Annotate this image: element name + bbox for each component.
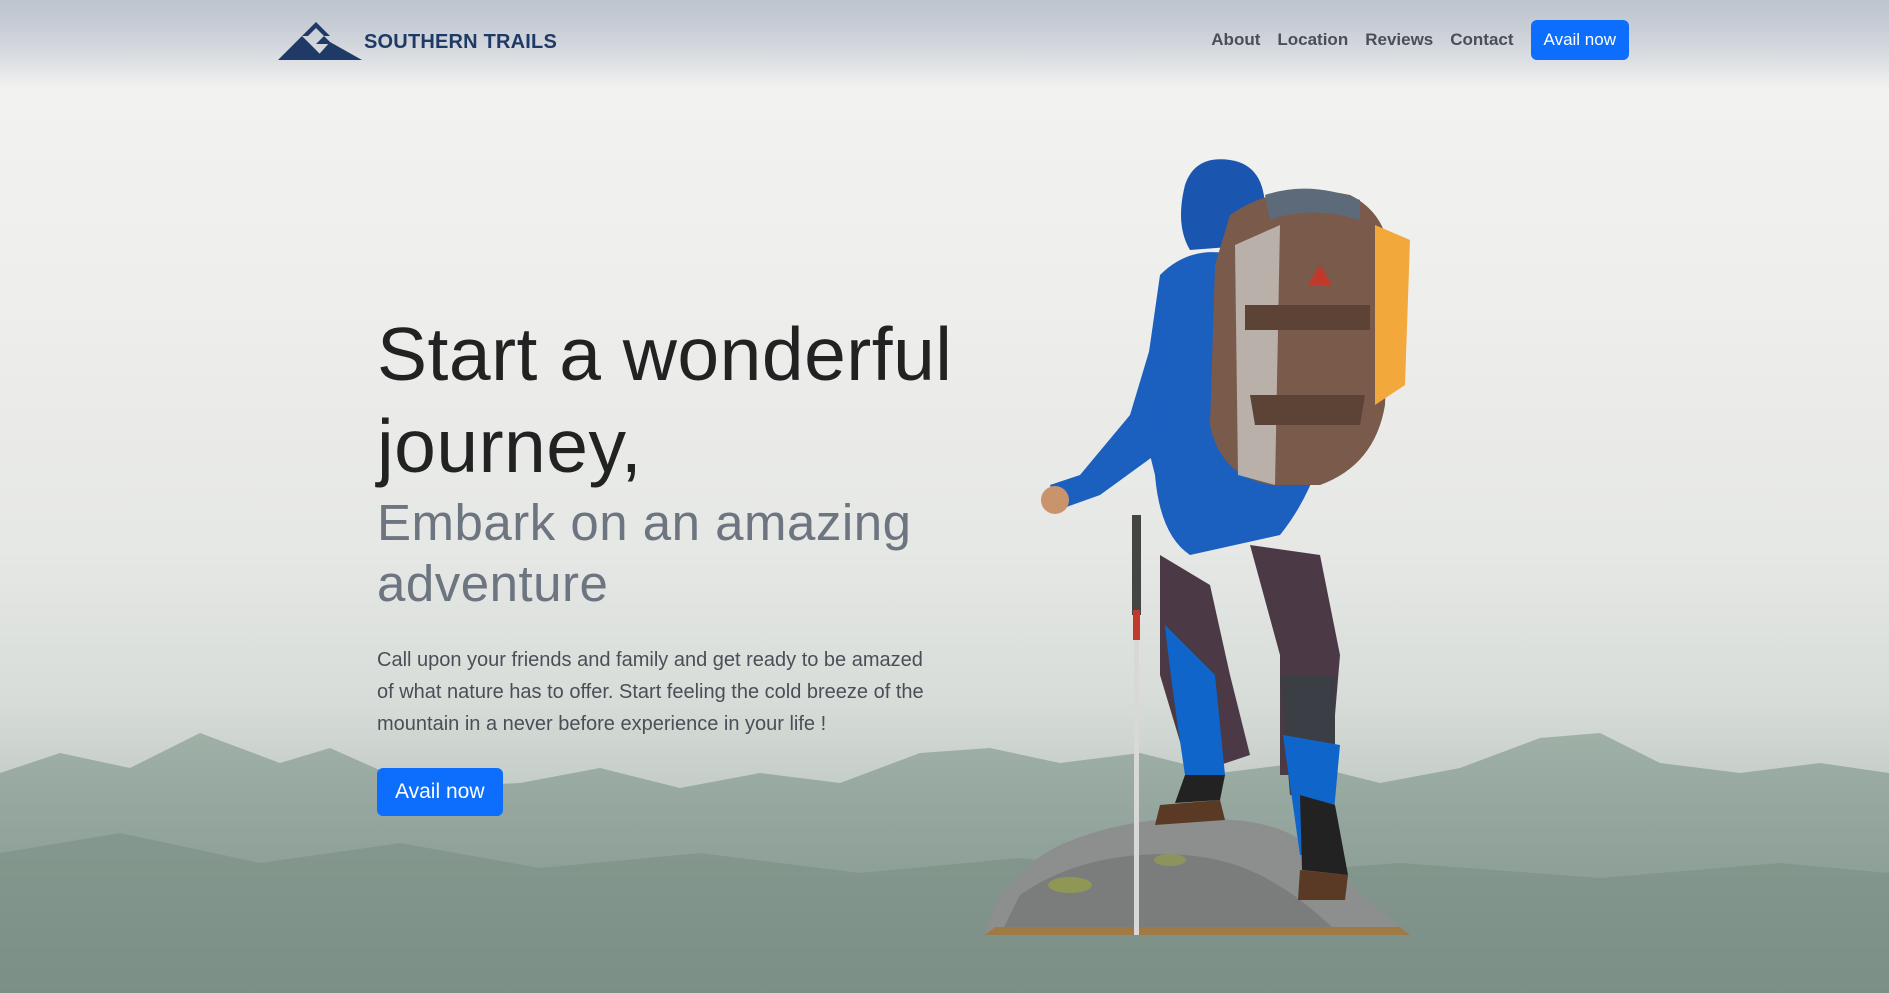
nav-link-about[interactable]: About [1211, 30, 1260, 50]
hero-text: Start a wonderful journey, Embark on an … [377, 308, 957, 816]
nav-link-location[interactable]: Location [1277, 30, 1348, 50]
nav-link-reviews[interactable]: Reviews [1365, 30, 1433, 50]
brand[interactable]: SOUTHERN TRAILS [278, 22, 557, 62]
nav-avail-now-button[interactable]: Avail now [1530, 20, 1629, 60]
hero-title: Start a wonderful journey, [377, 312, 953, 488]
hiker-on-rock-image [985, 159, 1410, 935]
nav-links: About Location Reviews Contact Avail now [1194, 20, 1629, 60]
navbar: SOUTHERN TRAILS About Location Reviews C… [0, 0, 1889, 86]
mountain-logo-icon [278, 22, 362, 60]
nav-link-contact[interactable]: Contact [1450, 30, 1513, 50]
hero-avail-now-button[interactable]: Avail now [377, 768, 503, 816]
hero-subtitle: Embark on an amazing adventure [377, 494, 912, 612]
brand-name: SOUTHERN TRAILS [364, 30, 557, 53]
hero-description: Call upon your friends and family and ge… [377, 649, 924, 735]
